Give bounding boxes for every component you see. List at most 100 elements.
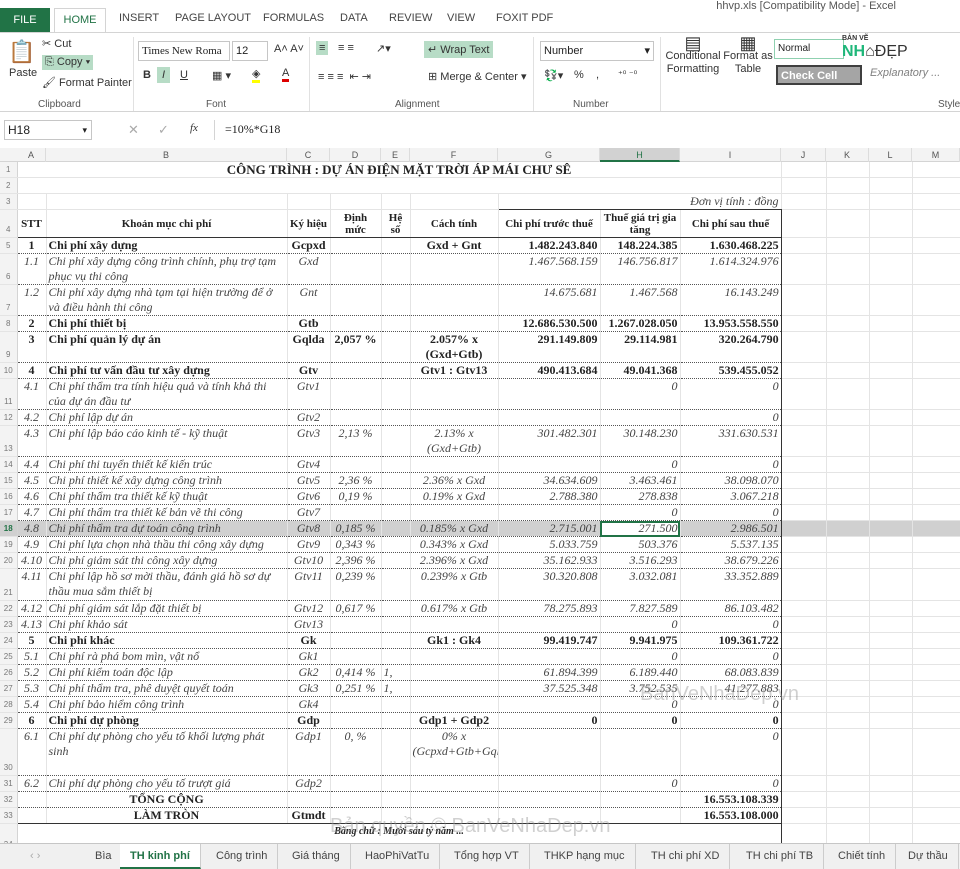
cell-B[interactable]: Chi phí thiết bị bbox=[45, 315, 288, 332]
cell-B[interactable]: Chi phí thẩm tra, phê duyệt quyết toán bbox=[45, 680, 288, 697]
cell[interactable] bbox=[912, 472, 960, 489]
cell[interactable] bbox=[869, 193, 913, 210]
cell[interactable] bbox=[826, 331, 870, 363]
cell[interactable] bbox=[826, 504, 870, 521]
style-normal[interactable]: Normal bbox=[774, 39, 844, 59]
cell-G[interactable] bbox=[497, 409, 601, 426]
cell-E[interactable] bbox=[380, 520, 411, 537]
cell-B[interactable]: Chi phí kiểm toán độc lập bbox=[45, 664, 288, 681]
cell[interactable] bbox=[826, 664, 870, 681]
cell-G[interactable] bbox=[497, 378, 601, 410]
column-header-J[interactable]: J bbox=[781, 148, 826, 162]
cell-E[interactable] bbox=[380, 632, 411, 649]
cell[interactable] bbox=[826, 680, 870, 697]
cell-A[interactable]: 4.5 bbox=[16, 472, 47, 489]
cell[interactable] bbox=[869, 680, 913, 697]
cell-H[interactable]: 278.838 bbox=[599, 488, 681, 505]
cell[interactable] bbox=[781, 632, 827, 649]
row-header[interactable]: 21 bbox=[0, 568, 18, 601]
sheet-tab[interactable]: HaoPhiVatTu bbox=[355, 844, 441, 869]
cell-A[interactable]: 4.6 bbox=[16, 488, 47, 505]
cell[interactable] bbox=[826, 253, 870, 285]
cell-I[interactable]: 2.986.501 bbox=[679, 520, 782, 537]
underline-button[interactable]: U bbox=[180, 69, 188, 81]
column-header-cell[interactable]: Thuế giá trị gia tăng bbox=[599, 209, 681, 238]
cell-A[interactable]: 6 bbox=[16, 712, 47, 729]
row-header[interactable]: 31 bbox=[0, 775, 18, 792]
cell-D[interactable] bbox=[329, 456, 382, 473]
cell-D[interactable] bbox=[329, 409, 382, 426]
cell-B[interactable]: Chi phí lập hồ sơ mời thầu, đánh giá hồ … bbox=[45, 568, 288, 601]
cell-H[interactable]: 0 bbox=[599, 378, 681, 410]
comma-button[interactable]: , bbox=[596, 69, 599, 81]
cell-A[interactable]: 5.4 bbox=[16, 696, 47, 713]
cell-B[interactable]: Chi phí giám sát lắp đặt thiết bị bbox=[45, 600, 288, 617]
cell[interactable] bbox=[287, 193, 331, 210]
cell-H[interactable]: 0 bbox=[599, 775, 681, 792]
cell[interactable] bbox=[912, 712, 960, 729]
cell-A[interactable]: 4.13 bbox=[16, 616, 47, 633]
cell-D[interactable] bbox=[329, 696, 382, 713]
cell-C[interactable]: Gtv1 bbox=[286, 378, 331, 410]
cell[interactable] bbox=[869, 648, 913, 665]
cell-G[interactable]: 291.149.809 bbox=[497, 331, 601, 363]
cell-G[interactable]: 61.894.399 bbox=[497, 664, 601, 681]
cell[interactable] bbox=[781, 177, 827, 194]
orientation-icon[interactable]: ↗▾ bbox=[376, 42, 391, 55]
cell-A[interactable]: 4 bbox=[16, 362, 47, 379]
cell-F[interactable]: 2.396% x Gxd bbox=[409, 552, 499, 569]
cell-B[interactable]: Chi phí lập báo cáo kinh tế - kỹ thuật bbox=[45, 425, 288, 457]
cell-B[interactable]: Chi phí quản lý dự án bbox=[45, 331, 288, 363]
paste-button[interactable]: Paste bbox=[9, 67, 37, 79]
cell-G[interactable]: 37.525.348 bbox=[497, 680, 601, 697]
cell[interactable] bbox=[912, 209, 960, 238]
cell-D[interactable]: 0,343 % bbox=[329, 536, 382, 553]
scroll-tabs-icon[interactable]: ‹ › bbox=[20, 844, 50, 869]
cell-A[interactable]: 1.1 bbox=[16, 253, 47, 285]
row-header[interactable]: 27 bbox=[0, 680, 18, 697]
cell-C[interactable]: Gtv12 bbox=[286, 600, 331, 617]
cell-H[interactable]: 30.148.230 bbox=[599, 425, 681, 457]
row-header[interactable]: 30 bbox=[0, 728, 18, 776]
cell-A[interactable]: 4.9 bbox=[16, 536, 47, 553]
cell-F[interactable] bbox=[409, 315, 499, 332]
cell-B[interactable]: Chi phí khảo sát bbox=[45, 616, 288, 633]
cell-F[interactable]: 2.36% x Gxd bbox=[409, 472, 499, 489]
cell-B[interactable]: Chi phí lập dự án bbox=[45, 409, 288, 426]
cell[interactable] bbox=[912, 632, 960, 649]
cell-G[interactable]: 12.686.530.500 bbox=[497, 315, 601, 332]
cell-B[interactable]: Chi phí thi tuyển thiết kế kiến trúc bbox=[45, 456, 288, 473]
ribbon-tab-page-layout[interactable]: PAGE LAYOUT bbox=[175, 12, 251, 24]
ribbon-tab-formulas[interactable]: FORMULAS bbox=[263, 12, 324, 24]
cell-D[interactable] bbox=[329, 284, 382, 316]
cell-E[interactable] bbox=[380, 253, 411, 285]
cell-A[interactable]: 4.1 bbox=[16, 378, 47, 410]
cell-A[interactable]: 6.1 bbox=[16, 728, 47, 776]
cell-C[interactable]: Gcpxd bbox=[286, 237, 331, 254]
cell-B[interactable]: Chi phí dự phòng bbox=[45, 712, 288, 729]
cell[interactable] bbox=[912, 284, 960, 316]
cell-G[interactable]: 30.320.808 bbox=[497, 568, 601, 601]
cell-H[interactable]: 0 bbox=[599, 456, 681, 473]
sheet-title[interactable]: CÔNG TRÌNH : DỰ ÁN ĐIỆN MẶT TRỜI ÁP MÁI … bbox=[17, 162, 782, 178]
cell-G[interactable]: 490.413.684 bbox=[497, 362, 601, 379]
cell[interactable] bbox=[781, 162, 827, 178]
sheet-tab[interactable]: Tổng hợp VT bbox=[444, 844, 530, 869]
column-header-cell[interactable]: Chi phí trước thuế bbox=[497, 209, 601, 238]
cell-A[interactable]: 4.12 bbox=[16, 600, 47, 617]
cell-G[interactable]: 14.675.681 bbox=[497, 284, 601, 316]
cell-I[interactable]: 0 bbox=[679, 648, 782, 665]
cell-D[interactable] bbox=[329, 237, 382, 254]
cell-D[interactable]: 0,414 % bbox=[329, 664, 382, 681]
cell-F[interactable]: 0.19% x Gxd bbox=[409, 488, 499, 505]
cell[interactable] bbox=[826, 488, 870, 505]
cell-H[interactable]: 0 bbox=[599, 504, 681, 521]
row-header[interactable]: 13 bbox=[0, 425, 18, 457]
align-top-icon[interactable]: ≡ bbox=[316, 41, 329, 55]
cell-G[interactable] bbox=[497, 696, 601, 713]
cell-C[interactable]: Gtv9 bbox=[286, 536, 331, 553]
cell-A[interactable]: 4.11 bbox=[16, 568, 47, 601]
cell-E[interactable]: 1, bbox=[380, 680, 411, 697]
cell-H[interactable]: 49.041.368 bbox=[599, 362, 681, 379]
row-header[interactable]: 2 bbox=[0, 177, 18, 194]
